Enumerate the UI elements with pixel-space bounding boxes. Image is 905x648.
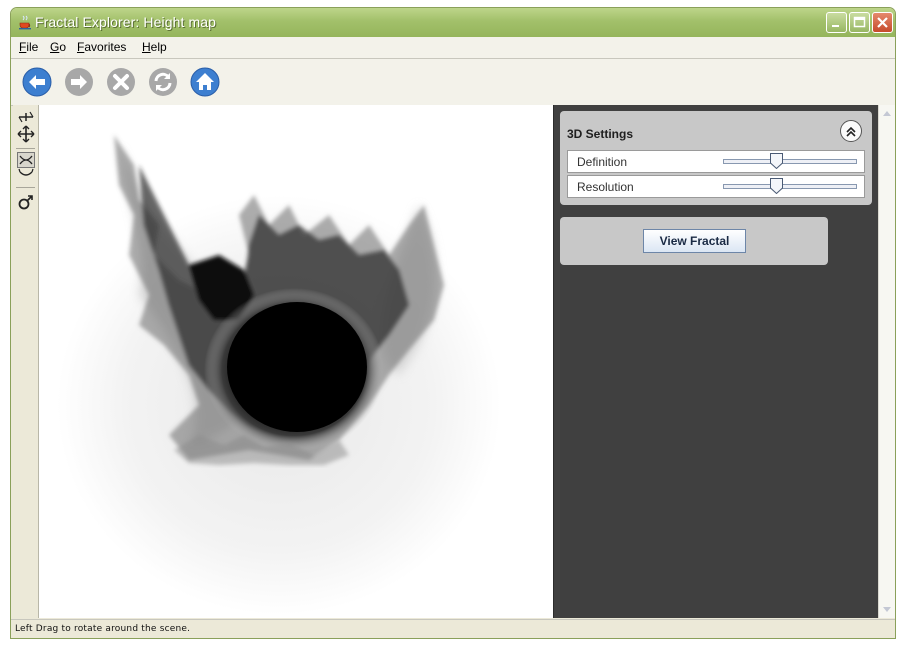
resolution-row: Resolution — [567, 175, 865, 198]
close-button[interactable] — [872, 12, 893, 33]
home-icon — [190, 67, 220, 97]
refresh-button[interactable] — [148, 67, 178, 97]
height-map-canvas[interactable] — [39, 105, 553, 618]
settings-title: 3D Settings — [567, 127, 634, 141]
pan-tilt-icon[interactable] — [17, 108, 35, 126]
status-text: Left Drag to rotate around the scene. — [15, 624, 191, 634]
scroll-up-icon[interactable] — [883, 111, 891, 116]
rotate-scene-icon[interactable] — [17, 152, 35, 182]
definition-slider[interactable] — [723, 159, 857, 164]
toolbar — [11, 58, 895, 106]
tool-separator — [16, 148, 35, 149]
back-arrow-icon — [22, 67, 52, 97]
definition-row: Definition — [567, 150, 865, 173]
menu-go[interactable]: Go — [50, 40, 66, 54]
java-cup-icon — [19, 15, 31, 30]
forward-button[interactable] — [64, 67, 94, 97]
3d-settings-panel: 3D Settings Definition Resolution — [560, 111, 872, 205]
collapse-button[interactable] — [840, 120, 862, 142]
resolution-slider-thumb[interactable] — [770, 178, 784, 194]
status-bar: Left Drag to rotate around the scene. — [11, 619, 895, 638]
view-tools — [13, 105, 39, 618]
vertical-scrollbar[interactable] — [878, 105, 895, 618]
menu-file[interactable]: File — [19, 40, 38, 54]
refresh-icon — [149, 68, 177, 96]
forward-arrow-icon — [65, 68, 93, 96]
home-button[interactable] — [190, 67, 220, 97]
stop-button[interactable] — [106, 67, 136, 97]
scroll-down-icon[interactable] — [883, 607, 891, 612]
resolution-slider[interactable] — [723, 184, 857, 189]
stop-icon — [107, 68, 135, 96]
view-fractal-button[interactable]: View Fractal — [643, 229, 746, 253]
male-figure-icon[interactable] — [17, 193, 35, 211]
menu-help[interactable]: Help — [142, 40, 167, 54]
maximize-button[interactable] — [849, 12, 870, 33]
tool-separator — [16, 187, 35, 188]
minimize-icon — [832, 25, 839, 27]
menu-bar: File Go Favorites Help — [11, 37, 895, 58]
title-bar[interactable]: Fractal Explorer: Height map — [11, 8, 895, 37]
app-window: Fractal Explorer: Height map File Go Fav… — [10, 7, 896, 639]
definition-label: Definition — [577, 155, 628, 169]
chevron-up-icon — [846, 126, 856, 137]
view-fractal-panel: View Fractal — [560, 217, 828, 265]
minimize-button[interactable] — [826, 12, 847, 33]
window-title: Fractal Explorer: Height map — [35, 14, 216, 30]
resolution-label: Resolution — [577, 180, 634, 194]
definition-slider-thumb[interactable] — [770, 153, 784, 169]
menu-favorites[interactable]: Favorites — [77, 40, 126, 54]
close-icon — [877, 17, 888, 28]
move-icon[interactable] — [17, 125, 35, 143]
maximize-icon — [853, 16, 866, 28]
settings-sidebar: 3D Settings Definition Resolution View F… — [553, 105, 879, 618]
back-button[interactable] — [22, 67, 52, 97]
height-map-image — [57, 135, 501, 615]
